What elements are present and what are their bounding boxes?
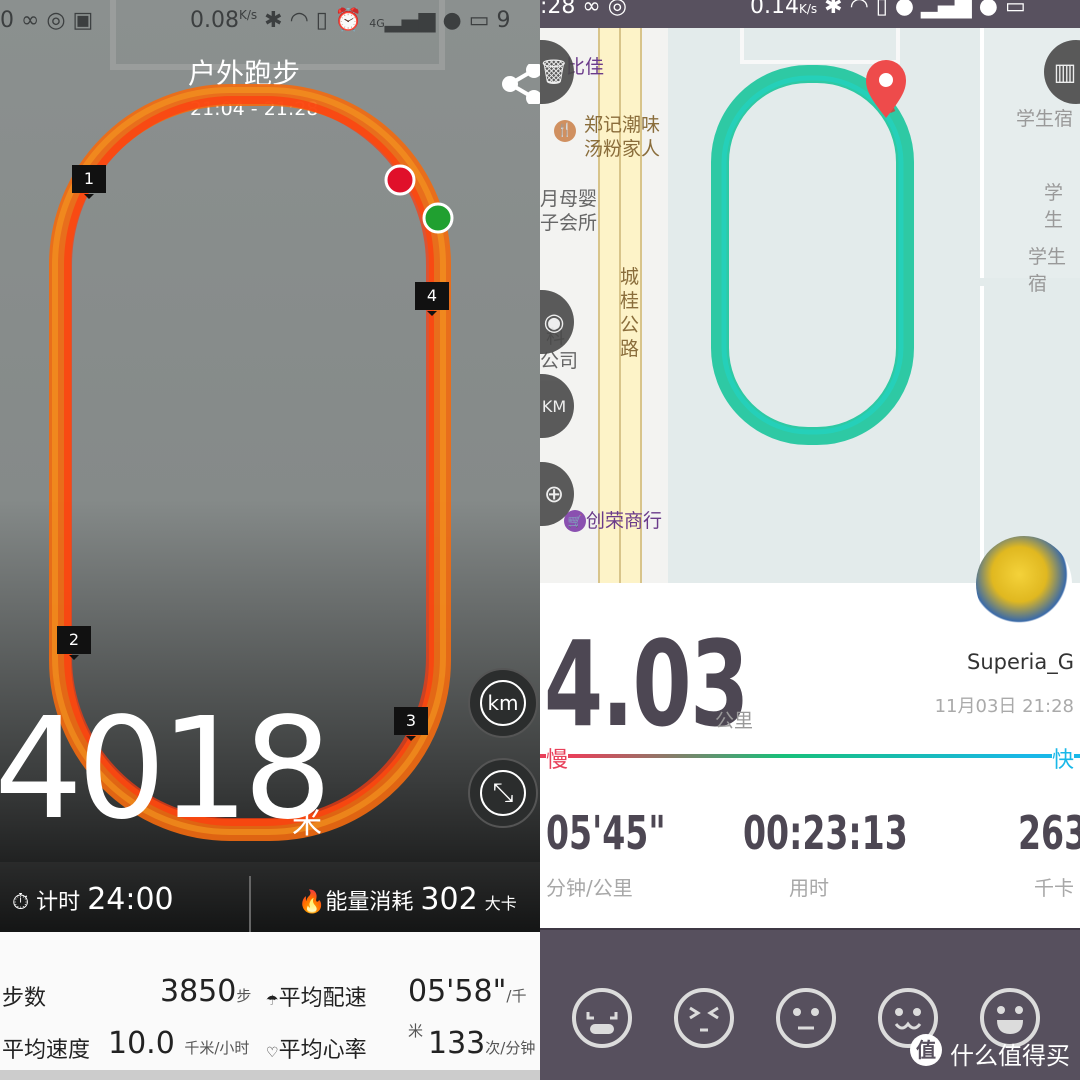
divider <box>249 876 251 932</box>
stats-panel: 步数 3850步 ☂平均配速 05'58"/千米 平均速度 10.0 千米/小时… <box>0 932 540 1070</box>
unit: 千米/小时 <box>184 1039 250 1057</box>
mood-bar: 值 什么值得买 <box>540 928 1080 1080</box>
unit: 步 <box>236 987 252 1005</box>
energy: 🔥能量消耗 302 大卡 <box>298 882 517 917</box>
flame-icon: 🔥 <box>298 890 326 915</box>
legend-fast: 快 <box>1051 742 1074 774</box>
route-track-inner <box>721 75 904 435</box>
timer-label: 计时 <box>36 890 81 915</box>
collapse-button[interactable]: ⤡ <box>468 758 538 828</box>
km-label: km <box>480 680 526 726</box>
avatar[interactable] <box>976 536 1072 632</box>
distance-value: 4018 <box>0 688 332 851</box>
pace-label: 分钟/公里 <box>546 876 633 900</box>
timer: ⏱ 计时 24:00 <box>12 882 174 917</box>
duration-label: 用时 <box>789 876 829 900</box>
summary-bar: ⏱ 计时 24:00 🔥能量消耗 302 大卡 <box>0 862 540 932</box>
calories-label: 千卡 <box>1034 876 1074 900</box>
value: 133 <box>428 1026 486 1061</box>
avg-heart-rate-label: ♡平均心率 <box>266 1032 367 1064</box>
timer-value: 24:00 <box>87 882 174 917</box>
energy-unit: 大卡 <box>484 894 517 913</box>
date-time: 11月03日 21:28 <box>934 696 1074 717</box>
time: :28 <box>540 0 576 19</box>
speedometer-icon: ☂ <box>266 993 279 1009</box>
km-toggle-button[interactable]: km <box>468 668 538 738</box>
value: 05'58" <box>408 974 507 1009</box>
right-screenshot: :28 ∞ ◎ 0.14K/s ✱ ◠ ▯ ● ▂▄▆ ● ▭ 比佳 郑记潮味 … <box>540 0 1080 1080</box>
unit: 次/分钟 <box>485 1039 536 1057</box>
km-marker-2: 2 <box>57 626 91 660</box>
watermark: 什么值得买 <box>950 1042 1070 1070</box>
status-bar: :28 ∞ ◎ 0.14K/s ✱ ◠ ▯ ● ▂▄▆ ● ▭ <box>540 0 1080 28</box>
bottom-strip <box>0 1070 540 1080</box>
exhausted-face-icon[interactable] <box>572 988 632 1048</box>
pace-value: 05'45" <box>546 806 666 860</box>
label: 平均配速 <box>278 986 367 1011</box>
avg-speed-label: 平均速度 <box>2 1038 91 1063</box>
squint-face-icon[interactable] <box>674 988 734 1048</box>
neutral-face-icon[interactable] <box>776 988 836 1048</box>
calories-value: 263 <box>1018 806 1080 860</box>
duration-value: 00:23:13 <box>743 806 908 860</box>
status-time: :28 ∞ ◎ <box>540 0 627 19</box>
location-pin-icon <box>866 60 906 118</box>
collapse-arrows-icon: ⤡ <box>480 770 526 816</box>
avg-heart-rate-value: 133次/分钟 <box>428 1026 535 1061</box>
start-point <box>422 202 454 234</box>
km-marker-4: 4 <box>415 282 449 316</box>
route-track <box>711 65 914 445</box>
distance-unit: 公里 <box>715 710 754 732</box>
end-point <box>384 164 416 196</box>
network-speed: 0.14K/s ✱ ◠ ▯ ● ▂▄▆ ● ▭ <box>750 0 1026 19</box>
speed: 0.14 <box>750 0 799 19</box>
steps-label: 步数 <box>2 986 47 1011</box>
heart-icon: ♡ <box>266 1045 279 1061</box>
label: 平均心率 <box>278 1038 367 1063</box>
distance-unit: 米 <box>292 806 322 841</box>
legend-slow: 慢 <box>546 742 569 774</box>
km-marker-3: 3 <box>394 707 428 741</box>
pace-legend-bar <box>540 754 1080 758</box>
stopwatch-icon: ⏱ <box>12 890 30 915</box>
watermark-badge: 值 <box>910 1034 942 1066</box>
unit: K/s <box>798 2 818 16</box>
steps-value: 3850步 <box>160 974 251 1009</box>
value: 10.0 <box>108 1026 175 1061</box>
energy-value: 302 <box>420 882 478 917</box>
avg-speed-value: 10.0 千米/小时 <box>108 1026 249 1061</box>
map-view: 比佳 郑记潮味 汤粉家人 🍴 月母婴 子会所 城 桂 公 路 科 公司 🛒 创荣… <box>540 28 1080 586</box>
energy-label: 能量消耗 <box>325 890 414 915</box>
avg-pace-label: ☂平均配速 <box>266 980 367 1012</box>
value: 3850 <box>160 974 237 1009</box>
route-map <box>711 60 914 445</box>
user-name: Superia_G <box>967 650 1074 674</box>
left-screenshot: 0 ∞ ◎ ▣ 0.08K/s ✱ ◠ ▯ ⏰ 4G▂▄▆ ● ▭ 9 户外跑步… <box>0 0 540 1080</box>
km-marker-1: 1 <box>72 165 106 199</box>
